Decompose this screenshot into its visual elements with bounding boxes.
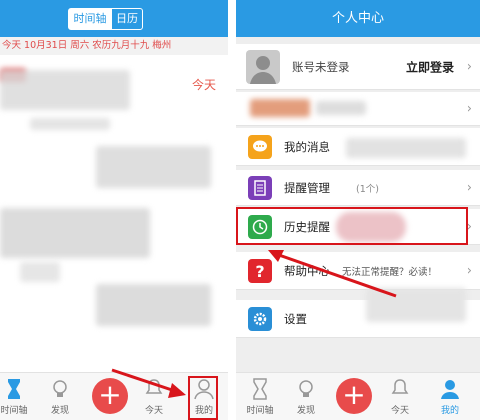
divider <box>228 0 236 420</box>
annotation-arrow <box>111 368 186 398</box>
timeline-screen: 时间轴 日历 今天 10月31日 周六 农历九月十九 梅州 今天 时间轴 发现 … <box>0 0 228 420</box>
profile-screen: 个人中心 账号未登录 立即登录 › › 我的消息 提醒管理 (1个) › 历史提… <box>236 0 480 420</box>
annotation-arrow <box>268 250 397 298</box>
